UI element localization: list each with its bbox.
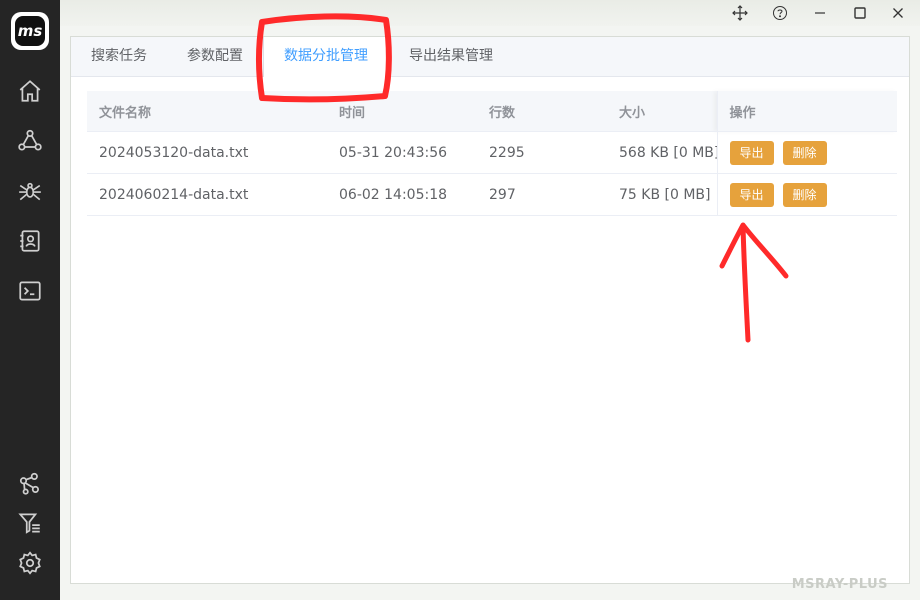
terminal-icon[interactable] <box>15 276 45 306</box>
tab-search-tasks[interactable]: 搜索任务 <box>71 37 167 76</box>
cell-size: 568 KB [0 MB] <box>607 131 717 174</box>
contacts-icon[interactable] <box>15 226 45 256</box>
cell-filename: 2024060214-data.txt <box>87 173 327 216</box>
main-panel: 搜索任务 参数配置 数据分批管理 导出结果管理 文件名称 时间 行数 大小 操作… <box>70 36 910 584</box>
filter-list-icon[interactable] <box>15 508 45 538</box>
column-header-lines: 行数 <box>477 91 607 132</box>
cell-time: 06-02 14:05:18 <box>327 173 477 216</box>
table-header-row: 文件名称 时间 行数 大小 操作 <box>87 91 897 132</box>
watermark-text: MSRAY-PLUS <box>791 577 888 592</box>
cell-lines: 297 <box>477 173 607 216</box>
tab-bar: 搜索任务 参数配置 数据分批管理 导出结果管理 <box>71 37 909 77</box>
minimize-icon[interactable] <box>808 2 832 24</box>
cell-actions: 导出 删除 <box>716 131 897 174</box>
tab-export-result-management[interactable]: 导出结果管理 <box>389 37 513 76</box>
cell-time: 05-31 20:43:56 <box>327 131 477 174</box>
spider-icon[interactable] <box>15 176 45 206</box>
home-icon[interactable] <box>15 76 45 106</box>
export-button[interactable]: 导出 <box>729 182 774 207</box>
app-logo: ms <box>11 12 49 50</box>
close-icon[interactable] <box>886 2 910 24</box>
cell-lines: 2295 <box>477 131 607 174</box>
logo-text: ms <box>15 16 45 46</box>
gear-icon[interactable] <box>15 548 45 578</box>
cell-actions: 导出 删除 <box>716 173 897 216</box>
tab-parameter-config[interactable]: 参数配置 <box>167 37 263 76</box>
column-header-time: 时间 <box>327 91 477 132</box>
help-icon[interactable] <box>768 2 792 24</box>
column-header-size: 大小 <box>607 91 717 132</box>
delete-button[interactable]: 删除 <box>782 140 827 165</box>
move-icon[interactable] <box>728 2 752 24</box>
cell-filename: 2024053120-data.txt <box>87 131 327 174</box>
export-button[interactable]: 导出 <box>729 140 774 165</box>
column-header-filename: 文件名称 <box>87 91 327 132</box>
column-header-actions: 操作 <box>716 91 897 132</box>
tab-data-batch-management[interactable]: 数据分批管理 <box>263 37 389 77</box>
share-icon[interactable] <box>15 469 45 499</box>
nodes-icon[interactable] <box>15 126 45 156</box>
table-row: 2024053120-data.txt 05-31 20:43:56 2295 … <box>87 131 897 174</box>
file-table: 文件名称 时间 行数 大小 操作 2024053120-data.txt 05-… <box>87 91 897 216</box>
delete-button[interactable]: 删除 <box>782 182 827 207</box>
sidebar: ms <box>0 0 60 600</box>
cell-size: 75 KB [0 MB] <box>607 173 717 216</box>
table-row: 2024060214-data.txt 06-02 14:05:18 297 7… <box>87 173 897 216</box>
title-bar <box>60 0 920 26</box>
maximize-icon[interactable] <box>848 2 872 24</box>
